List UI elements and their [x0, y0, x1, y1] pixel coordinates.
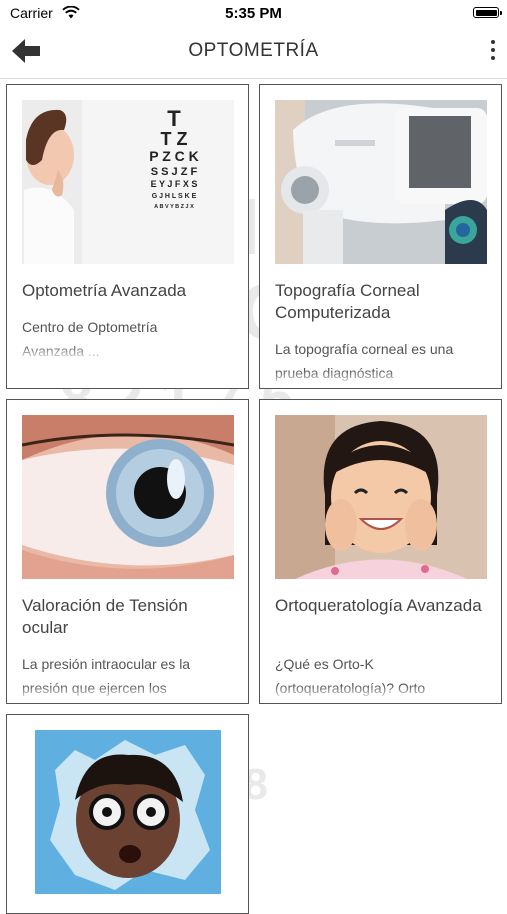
svg-text:A B V Y B Z J X: A B V Y B Z J X	[154, 204, 194, 210]
navigation-bar: OPTOMETRÍA	[0, 26, 507, 79]
service-card-5[interactable]	[6, 714, 249, 914]
eye-chart-image: T T Z P Z C K S S J Z F E Y J F X S G J …	[22, 100, 234, 264]
status-bar: Carrier 5:35 PM	[0, 0, 507, 26]
page-title: OPTOMETRÍA	[188, 40, 319, 61]
card-title: Topografía Corneal Computerizada	[275, 281, 420, 322]
clock: 5:35 PM	[225, 5, 282, 22]
service-card-ortoqueratologia[interactable]: Ortoqueratología Avanzada ¿Qué es Orto-K…	[259, 399, 502, 704]
card-title: Ortoqueratología Avanzada	[275, 596, 482, 615]
svg-text:E Y J F X S: E Y J F X S	[151, 179, 198, 189]
card-title: Valoración de Tensión ocular	[22, 596, 188, 637]
svg-text:G J H L S K E: G J H L S K E	[152, 193, 197, 200]
svg-text:T Z: T Z	[161, 129, 188, 149]
svg-text:P Z C K: P Z C K	[149, 148, 199, 164]
service-card-topografia[interactable]: Topografía Corneal Computerizada La topo…	[259, 84, 502, 389]
card-title: Optometría Avanzada	[22, 281, 187, 300]
smiling-girl-image	[275, 415, 487, 579]
battery-icon	[473, 7, 502, 18]
service-card-optometria[interactable]: T T Z P Z C K S S J Z F E Y J F X S G J …	[6, 84, 249, 389]
svg-text:T: T	[167, 106, 181, 131]
svg-text:S S J Z F: S S J Z F	[151, 166, 198, 178]
eye-closeup-image	[22, 415, 234, 579]
topographer-image	[275, 100, 487, 264]
service-card-tension-ocular[interactable]: Valoración de Tensión ocular La presión …	[6, 399, 249, 704]
child-glasses-image	[35, 730, 221, 894]
more-options-icon[interactable]	[489, 40, 497, 62]
